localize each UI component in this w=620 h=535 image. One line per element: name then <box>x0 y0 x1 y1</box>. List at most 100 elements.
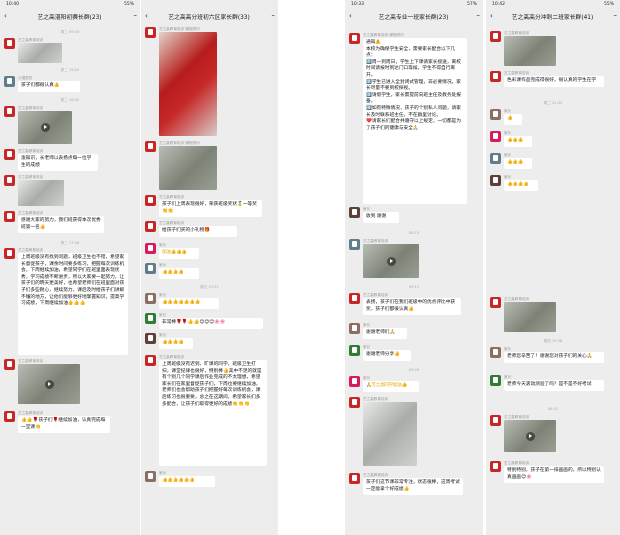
avatar[interactable] <box>145 313 156 324</box>
avatar[interactable] <box>4 211 15 222</box>
avatar[interactable] <box>490 415 501 426</box>
message-bubble[interactable]: 非常棒🌹🌹👍👍😊😊😊🌸🌸 <box>159 318 263 329</box>
avatar[interactable] <box>349 33 360 44</box>
play-icon[interactable] <box>40 123 50 132</box>
avatar[interactable] <box>349 207 360 218</box>
photo-message[interactable] <box>159 146 217 190</box>
avatar[interactable] <box>4 411 15 422</box>
avatar[interactable] <box>349 473 360 484</box>
avatar[interactable] <box>349 323 360 334</box>
more-icon[interactable]: ··· <box>608 13 617 20</box>
chat-title: 艺之高高分班初六区家长群(33) <box>168 14 250 21</box>
message-bubble[interactable]: 感谢大家的努力，我们班获得本次优秀班第一名👍 <box>18 216 104 234</box>
message-bubble[interactable]: 👍👍👍👍👍👍 <box>159 476 215 487</box>
message-bubble[interactable]: 给孩子们买的小礼物🎁 <box>159 226 237 237</box>
photo-message[interactable] <box>504 36 556 66</box>
photo-message[interactable] <box>18 180 64 206</box>
avatar[interactable] <box>490 347 501 358</box>
message-bubble[interactable]: 上周班级没有找到问题，班级卫生也不错，希望家长督促孩子，课余时间要多练习，把握每… <box>18 253 128 355</box>
play-icon[interactable] <box>386 256 396 266</box>
message-bubble[interactable]: 特别特别，孩子在第一排画画的，所以特别认真画画😊🌸 <box>504 466 604 484</box>
avatar[interactable] <box>349 397 360 408</box>
play-icon[interactable] <box>44 379 54 389</box>
message-bubble[interactable]: 👍 <box>504 114 522 125</box>
avatar[interactable] <box>349 239 360 250</box>
message-bubble[interactable]: 孩子们上周表现很好，荣获班级奖状🏅一等奖👏👏 <box>159 200 262 218</box>
message-bubble[interactable]: 老师您辛苦了！谢谢您对孩子们的关心🙏 <box>504 352 604 363</box>
avatar[interactable] <box>145 263 156 274</box>
photo-message[interactable] <box>504 302 556 332</box>
message-bubble[interactable]: 👍👍👍👍 <box>159 268 199 279</box>
message-bubble[interactable]: 👍👍👍 <box>504 158 532 169</box>
avatar[interactable] <box>490 153 501 164</box>
avatar[interactable] <box>490 31 501 42</box>
avatar[interactable] <box>490 175 501 186</box>
avatar[interactable] <box>4 175 15 186</box>
avatar[interactable] <box>145 195 156 206</box>
play-icon[interactable] <box>525 431 535 441</box>
message-bubble[interactable]: 加油👍👍👍 <box>159 248 199 259</box>
back-arrow-icon[interactable]: ‹ <box>145 12 152 20</box>
message-bubble[interactable]: 👍👍👍👍 <box>159 338 193 349</box>
back-arrow-icon[interactable]: ‹ <box>490 12 497 20</box>
message-bubble[interactable]: 涨知识，长老师以表扬点每一位学生的成绩 <box>18 154 98 172</box>
message-bubble[interactable]: 老师今天滚动测验了吗？是不是不好考试 <box>504 380 604 391</box>
message-list[interactable]: 艺之高教育培训·课程顾问 艺之高教育培训·课程顾问 艺之高教育培训 孩子们上周表… <box>141 25 278 535</box>
avatar[interactable] <box>490 297 501 308</box>
avatar[interactable] <box>145 27 156 38</box>
video-message[interactable] <box>363 244 419 278</box>
message-list[interactable]: 周二 09:03 艺之高教育培训 周二 15:41 沙漠里的 孩子们都很认真👍 … <box>0 25 140 535</box>
avatar[interactable] <box>4 248 15 259</box>
message-bubble[interactable]: 🙏艺之高同学加油👍 <box>363 381 419 392</box>
avatar[interactable] <box>145 333 156 344</box>
photo-message[interactable] <box>159 32 217 136</box>
avatar[interactable] <box>4 149 15 160</box>
back-arrow-icon[interactable]: ‹ <box>4 12 11 20</box>
more-icon[interactable]: ··· <box>471 13 480 20</box>
avatar[interactable] <box>490 71 501 82</box>
message-bubble[interactable]: 👍👍👍 <box>504 136 532 147</box>
avatar[interactable] <box>145 243 156 254</box>
message-row: 艺之高教育培训 表扬，孩子们在我们班级中的优点评比中获奖，孩子们都很认真👍 <box>349 293 479 317</box>
avatar[interactable] <box>490 461 501 472</box>
avatar[interactable] <box>145 355 156 366</box>
message-bubble[interactable]: 孩子们这节课非常专注，状态很棒，这周考试一定能拿个好成绩👍 <box>363 478 463 496</box>
photo-message[interactable] <box>18 43 62 63</box>
message-list[interactable]: 艺之高教育培训·课程顾问 通知⚠️ 本校为确保学生安全，需要家长配合以下几点： … <box>345 25 483 535</box>
avatar[interactable] <box>145 293 156 304</box>
avatar[interactable] <box>349 293 360 304</box>
video-message[interactable] <box>18 364 80 404</box>
message-bubble[interactable]: 👍👍👍👍 <box>504 180 538 191</box>
message-bubble[interactable]: 孩子们都很认真👍 <box>18 81 80 92</box>
chat-header: ‹ 艺之高高分冲刺二班家长群(41) ··· <box>486 9 620 23</box>
avatar[interactable] <box>490 131 501 142</box>
message-bubble[interactable]: 谢谢老师们🙏 <box>363 328 407 339</box>
more-icon[interactable]: ··· <box>128 13 137 20</box>
avatar[interactable] <box>349 376 360 387</box>
message-bubble[interactable]: 👍👍🌹孩子们🌹继续加油，认真完成每一堂课👏 <box>18 416 110 434</box>
photo-message[interactable] <box>363 402 417 466</box>
avatar[interactable] <box>145 471 156 482</box>
message-list[interactable]: 艺之高教育培训 艺之高教育培训 色彩课作品完成得很好，很认真的学生在学 周二 2… <box>486 25 620 535</box>
back-arrow-icon[interactable]: ‹ <box>349 12 356 20</box>
avatar[interactable] <box>490 109 501 120</box>
video-message[interactable] <box>504 420 556 452</box>
avatar[interactable] <box>4 359 15 370</box>
message-bubble[interactable]: 收到 谢谢 <box>363 212 399 223</box>
message-bubble[interactable]: 谢谢老师分享👍 <box>363 350 411 361</box>
message-bubble[interactable]: 👍👍👍👍👍👍👍 <box>159 298 219 309</box>
avatar[interactable] <box>4 76 15 87</box>
video-message[interactable] <box>18 111 72 144</box>
avatar[interactable] <box>4 38 15 49</box>
avatar[interactable] <box>145 221 156 232</box>
message-row: 家长 👍👍👍👍👍👍👍 <box>145 293 274 309</box>
avatar[interactable] <box>145 141 156 152</box>
more-icon[interactable]: ··· <box>266 13 275 20</box>
message-bubble[interactable]: 上周班级没有迟到、旷课的同学，班级卫生打扫，课堂纪律也很好，特别棒👍美中不足的就… <box>159 360 267 466</box>
avatar[interactable] <box>349 345 360 356</box>
avatar[interactable] <box>4 106 15 117</box>
message-bubble[interactable]: 表扬，孩子们在我们班级中的优点评比中获奖，孩子们都很认真👍 <box>363 298 461 316</box>
message-bubble[interactable]: 色彩课作品完成得很好，很认真的学生在学 <box>504 76 604 87</box>
avatar[interactable] <box>490 375 501 386</box>
message-bubble[interactable]: 通知⚠️ 本校为确保学生安全，需要家长配合以下几点： 1️⃣周一到周日，学生上下… <box>363 38 467 204</box>
